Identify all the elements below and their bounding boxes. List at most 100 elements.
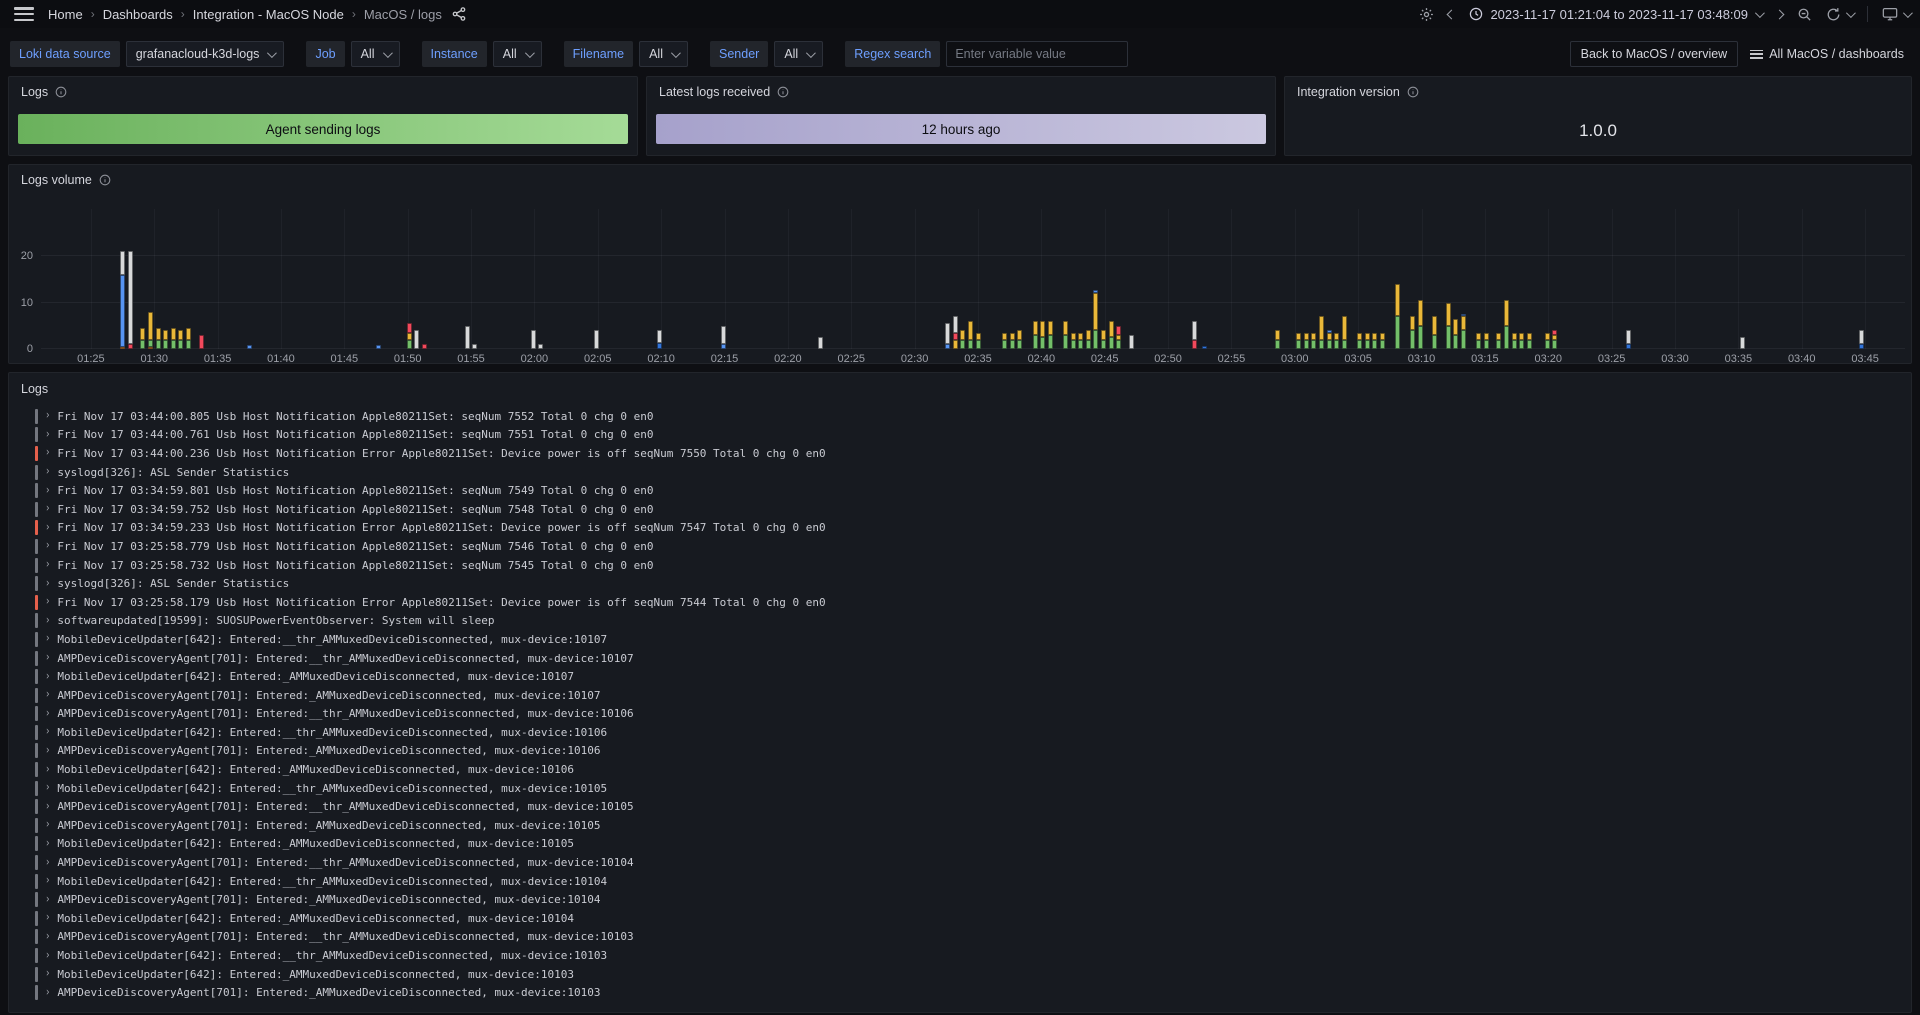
expand-chevron-icon[interactable]: ›: [45, 540, 50, 553]
stacked-bar[interactable]: [156, 328, 161, 349]
log-row[interactable]: ›MobileDeviceUpdater[642]: Entered:__thr…: [35, 872, 1907, 891]
regex-search-label[interactable]: Regex search: [845, 41, 940, 67]
stacked-bar[interactable]: [163, 330, 168, 349]
stacked-bar[interactable]: [1476, 333, 1481, 349]
stacked-bar[interactable]: [1484, 333, 1489, 349]
log-row[interactable]: ›MobileDeviceUpdater[642]: Entered:__thr…: [35, 946, 1907, 965]
log-row[interactable]: ›AMPDeviceDiscoveryAgent[701]: Entered:_…: [35, 742, 1907, 761]
expand-chevron-icon[interactable]: ›: [45, 968, 50, 981]
expand-chevron-icon[interactable]: ›: [45, 856, 50, 869]
chevron-down-icon[interactable]: [1903, 8, 1913, 18]
stacked-bar[interactable]: [953, 316, 958, 349]
stacked-bar[interactable]: [657, 330, 662, 349]
log-row[interactable]: ›MobileDeviceUpdater[642]: Entered:__thr…: [35, 779, 1907, 798]
var-label-job[interactable]: Job: [306, 41, 344, 67]
all-dashboards-button[interactable]: All MacOS / dashboards: [1744, 41, 1910, 67]
menu-icon[interactable]: [14, 7, 34, 21]
breadcrumb-item[interactable]: Dashboards: [103, 7, 173, 22]
logs-volume-chart[interactable]: 01020: [41, 209, 1905, 349]
var-select-sender[interactable]: All: [774, 41, 823, 67]
log-row[interactable]: ›softwareupdated[19599]: SUOSUPowerEvent…: [35, 612, 1907, 631]
expand-chevron-icon[interactable]: ›: [45, 689, 50, 702]
stacked-bar[interactable]: [1461, 314, 1466, 349]
stacked-bar[interactable]: [247, 345, 252, 349]
log-row[interactable]: ›Fri Nov 17 03:44:00.761 Usb Host Notifi…: [35, 426, 1907, 445]
stacked-bar[interactable]: [1512, 333, 1517, 349]
time-shift-right-icon[interactable]: [1775, 9, 1785, 19]
expand-chevron-icon[interactable]: ›: [45, 428, 50, 441]
expand-chevron-icon[interactable]: ›: [45, 503, 50, 516]
loki-datasource-label[interactable]: Loki data source: [10, 41, 120, 67]
breadcrumb-item[interactable]: Home: [48, 7, 83, 22]
stacked-bar[interactable]: [968, 321, 973, 349]
log-row[interactable]: ›Fri Nov 17 03:44:00.236 Usb Host Notifi…: [35, 444, 1907, 463]
log-row[interactable]: ›MobileDeviceUpdater[642]: Entered:_AMMu…: [35, 835, 1907, 854]
expand-chevron-icon[interactable]: ›: [45, 819, 50, 832]
share-icon[interactable]: [452, 7, 466, 21]
stacked-bar[interactable]: [945, 323, 950, 349]
expand-chevron-icon[interactable]: ›: [45, 614, 50, 627]
stacked-bar[interactable]: [1453, 319, 1458, 349]
stacked-bar[interactable]: [1048, 321, 1053, 349]
stacked-bar[interactable]: [1327, 330, 1332, 349]
expand-chevron-icon[interactable]: ›: [45, 726, 50, 739]
stacked-bar[interactable]: [1129, 335, 1134, 349]
dashboard-settings-icon[interactable]: [1419, 7, 1434, 22]
chevron-down-icon[interactable]: [1846, 8, 1856, 18]
stacked-bar[interactable]: [1033, 321, 1038, 349]
expand-chevron-icon[interactable]: ›: [45, 763, 50, 776]
regex-search-input[interactable]: [946, 41, 1128, 67]
var-label-sender[interactable]: Sender: [710, 41, 768, 67]
log-row[interactable]: ›AMPDeviceDiscoveryAgent[701]: Entered:_…: [35, 686, 1907, 705]
stacked-bar[interactable]: [465, 326, 470, 349]
stacked-bar[interactable]: [818, 337, 823, 349]
stacked-bar[interactable]: [1519, 333, 1524, 349]
log-row[interactable]: ›Fri Nov 17 03:25:58.732 Usb Host Notifi…: [35, 556, 1907, 575]
stacked-bar[interactable]: [376, 345, 381, 349]
loki-datasource-select[interactable]: grafanacloud-k3d-logs: [126, 41, 285, 67]
stacked-bar[interactable]: [1432, 316, 1437, 349]
log-row[interactable]: ›AMPDeviceDiscoveryAgent[701]: Entered:_…: [35, 853, 1907, 872]
log-row[interactable]: ›Fri Nov 17 03:34:59.752 Usb Host Notifi…: [35, 500, 1907, 519]
expand-chevron-icon[interactable]: ›: [45, 837, 50, 850]
stacked-bar[interactable]: [1304, 333, 1309, 349]
stacked-bar[interactable]: [148, 312, 153, 349]
tv-mode-button[interactable]: [1882, 7, 1910, 21]
stacked-bar[interactable]: [178, 330, 183, 349]
stacked-bar[interactable]: [1365, 333, 1370, 349]
log-row[interactable]: ›AMPDeviceDiscoveryAgent[701]: Entered:_…: [35, 816, 1907, 835]
log-row[interactable]: ›AMPDeviceDiscoveryAgent[701]: Entered:_…: [35, 705, 1907, 724]
stacked-bar[interactable]: [1342, 316, 1347, 349]
log-row[interactable]: ›AMPDeviceDiscoveryAgent[701]: Entered:_…: [35, 649, 1907, 668]
stacked-bar[interactable]: [1086, 330, 1091, 349]
stacked-bar[interactable]: [414, 330, 419, 349]
expand-chevron-icon[interactable]: ›: [45, 744, 50, 757]
stacked-bar[interactable]: [1319, 316, 1324, 349]
expand-chevron-icon[interactable]: ›: [45, 912, 50, 925]
expand-chevron-icon[interactable]: ›: [45, 652, 50, 665]
log-row[interactable]: ›AMPDeviceDiscoveryAgent[701]: Entered:_…: [35, 797, 1907, 816]
stacked-bar[interactable]: [1395, 284, 1400, 349]
stacked-bar[interactable]: [1093, 290, 1098, 349]
log-row[interactable]: ›Fri Nov 17 03:34:59.801 Usb Host Notifi…: [35, 481, 1907, 500]
stacked-bar[interactable]: [538, 344, 543, 349]
stacked-bar[interactable]: [120, 251, 125, 349]
log-row[interactable]: ›Fri Nov 17 03:44:00.805 Usb Host Notifi…: [35, 407, 1907, 426]
info-icon[interactable]: [99, 174, 111, 186]
stacked-bar[interactable]: [594, 330, 599, 349]
breadcrumb-item[interactable]: MacOS / logs: [364, 7, 442, 22]
stacked-bar[interactable]: [1116, 326, 1121, 349]
log-row[interactable]: ›MobileDeviceUpdater[642]: Entered:_AMMu…: [35, 760, 1907, 779]
stacked-bar[interactable]: [1446, 303, 1451, 350]
info-icon[interactable]: [777, 86, 789, 98]
expand-chevron-icon[interactable]: ›: [45, 596, 50, 609]
log-row[interactable]: ›Fri Nov 17 03:34:59.233 Usb Host Notifi…: [35, 519, 1907, 538]
var-select-job[interactable]: All: [351, 41, 400, 67]
stacked-bar[interactable]: [1275, 330, 1280, 349]
log-row[interactable]: ›MobileDeviceUpdater[642]: Entered:_AMMu…: [35, 909, 1907, 928]
expand-chevron-icon[interactable]: ›: [45, 930, 50, 943]
expand-chevron-icon[interactable]: ›: [45, 447, 50, 460]
stacked-bar[interactable]: [960, 330, 965, 349]
stacked-bar[interactable]: [422, 344, 427, 349]
log-row[interactable]: ›syslogd[326]: ASL Sender Statistics: [35, 463, 1907, 482]
